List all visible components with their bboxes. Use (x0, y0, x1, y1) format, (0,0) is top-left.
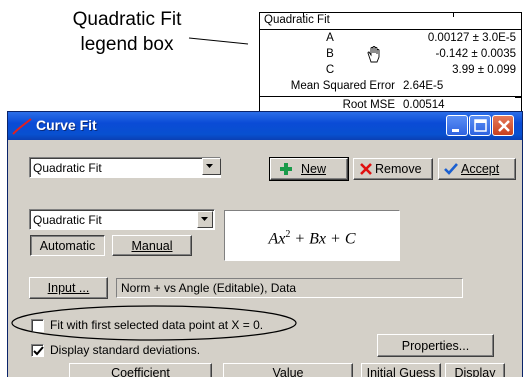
properties-label: Properties... (401, 339, 470, 353)
legend-label-c: C (325, 64, 335, 76)
maximize-button[interactable] (469, 115, 491, 136)
curve-fit-icon (12, 118, 32, 135)
plus-icon (280, 163, 292, 175)
fit-type-dropdown[interactable] (197, 157, 223, 178)
properties-button[interactable]: Properties... (377, 334, 494, 357)
legend-title: Quadratic Fit (264, 14, 330, 26)
graph-tick (453, 12, 454, 17)
legend-value-a: 0.00127 ± 3.0E-5 (427, 32, 516, 44)
display-std-checkbox[interactable] (31, 344, 44, 357)
remove-x-icon (360, 163, 372, 175)
maximize-icon (474, 119, 487, 132)
legend-mse-label: Mean Squared Error (290, 80, 395, 92)
fit-variant-select[interactable]: Quadratic Fit (29, 209, 215, 230)
column-header-label: Coefficient (111, 366, 170, 377)
legend-rmse-value: 0.00514 (403, 99, 445, 111)
chevron-down-icon (206, 164, 213, 168)
input-source-field[interactable]: Norm + vs Angle (Editable), Data (116, 278, 463, 298)
column-header-label: Initial Guess (366, 366, 436, 377)
equation-rest: + Bx + C (290, 230, 356, 248)
input-button[interactable]: Input ... (29, 277, 108, 299)
fit-type-select[interactable]: Quadratic Fit (29, 157, 221, 178)
checkmark-icon (33, 346, 44, 356)
fit-type-select-value: Quadratic Fit (33, 161, 102, 175)
manual-mode-button[interactable]: Manual (112, 235, 192, 256)
legend-divider (260, 29, 521, 30)
close-button[interactable] (492, 115, 514, 136)
quadratic-fit-legend[interactable]: Quadratic Fit A 0.00127 ± 3.0E-5 B -0.14… (259, 12, 522, 97)
column-header-label: Value (272, 366, 304, 377)
legend-label-b: B (326, 48, 334, 60)
new-label: New (301, 162, 327, 176)
close-icon (498, 120, 510, 132)
checkmark-icon (444, 163, 458, 175)
dropdown-arrow[interactable] (197, 211, 213, 228)
fit-equation-display: Ax2 + Bx + C (224, 210, 400, 261)
title-bar[interactable]: Curve Fit (8, 112, 522, 140)
hand-cursor-icon (367, 46, 380, 63)
equation-term-a: Ax (268, 230, 286, 248)
graph-tick (303, 12, 304, 17)
input-button-label: Input ... (47, 281, 90, 295)
automatic-mode-button[interactable]: Automatic (30, 235, 105, 256)
minimize-button[interactable] (446, 115, 468, 136)
column-header-coefficient[interactable]: Coefficient (69, 363, 212, 377)
minimize-icon (452, 129, 459, 132)
column-header-initial-guess[interactable]: Initial Guess (361, 363, 441, 377)
highlight-oval (11, 305, 297, 341)
display-std-label: Display standard deviations. (50, 343, 201, 357)
legend-value-b: -0.142 ± 0.0035 (435, 48, 516, 60)
dropdown-arrow[interactable] (202, 158, 221, 175)
automatic-label: Automatic (39, 239, 96, 253)
new-button[interactable]: New (269, 157, 349, 181)
graph-tick (515, 97, 522, 98)
legend-mse-value: 2.64E-5 (403, 80, 444, 92)
remove-button[interactable]: Remove (353, 158, 433, 180)
chevron-down-icon (201, 217, 208, 221)
legend-label-a: A (326, 32, 334, 44)
remove-label: Remove (375, 162, 422, 176)
accept-button[interactable]: Accept (438, 158, 516, 180)
legend-value-c: 3.99 ± 0.099 (452, 64, 516, 76)
column-header-display[interactable]: Display (445, 363, 505, 377)
accept-label: Accept (461, 162, 500, 176)
legend-rmse-label: Root MSE (342, 99, 395, 111)
column-header-label: Display (454, 366, 496, 377)
column-header-value[interactable]: Value (223, 363, 353, 377)
window-title: Curve Fit (36, 117, 97, 133)
fit-variant-select-value: Quadratic Fit (33, 213, 102, 227)
manual-label: Manual (131, 239, 173, 253)
